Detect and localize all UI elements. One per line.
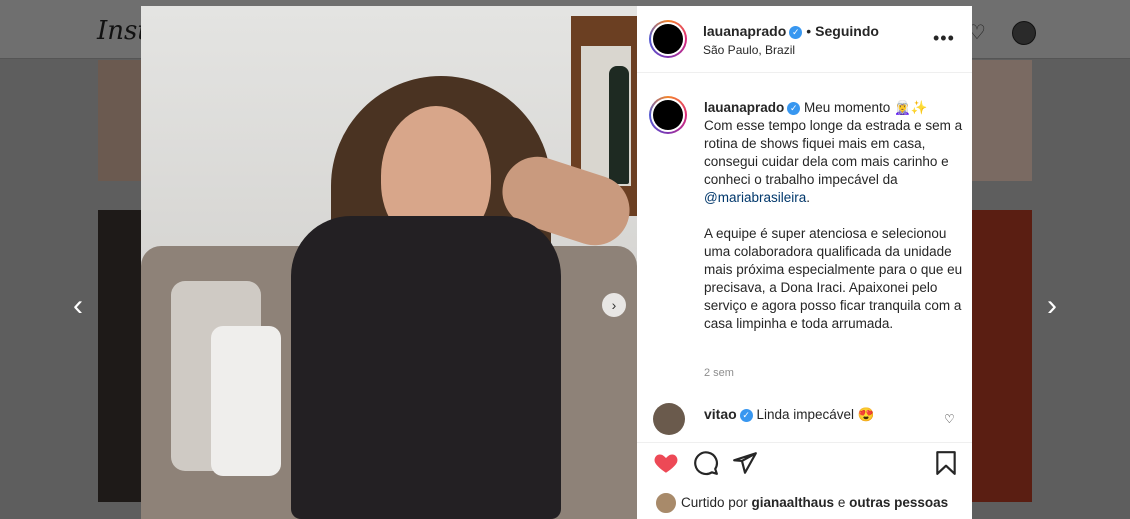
- background-post-tile: [98, 210, 142, 502]
- photo-bottle: [609, 66, 629, 184]
- liked-prefix: Curtido por: [681, 495, 752, 510]
- author-username[interactable]: lauanaprado: [703, 23, 786, 39]
- comment-bubble-icon[interactable]: [693, 450, 719, 476]
- verified-badge-icon: ✓: [789, 26, 803, 39]
- photo-person-body: [291, 216, 561, 519]
- post-header: lauanaprado ✓ • Seguindo São Paulo, Brazil …: [637, 6, 972, 73]
- comment-username[interactable]: vitao: [704, 406, 737, 422]
- liked-user-link[interactable]: gianaalthaus: [752, 495, 835, 510]
- post-photo: [141, 6, 637, 519]
- comment: vitao ✓ Linda impecável 😍: [704, 406, 875, 423]
- background-post-tile: [972, 60, 1032, 181]
- like-heart-filled-icon[interactable]: [653, 450, 679, 476]
- comment-like-heart-icon[interactable]: ♡: [944, 412, 955, 426]
- save-bookmark-icon[interactable]: [933, 450, 959, 476]
- caption-username[interactable]: lauanaprado: [704, 100, 784, 115]
- background-post-tile: [972, 210, 1032, 502]
- author-line: lauanaprado ✓ • Seguindo: [703, 23, 879, 41]
- post-caption: lauanaprado ✓ Meu momento 🧝‍♀️✨ Com esse …: [704, 99, 966, 333]
- profile-avatar-icon[interactable]: [1012, 21, 1036, 45]
- previous-post-arrow-icon[interactable]: ‹: [68, 290, 88, 322]
- liked-others-link[interactable]: outras pessoas: [849, 495, 948, 510]
- more-options-icon[interactable]: •••: [933, 28, 955, 49]
- caption-first-line: Meu momento 🧝‍♀️✨: [800, 100, 928, 115]
- next-post-arrow-icon[interactable]: ›: [1042, 290, 1062, 322]
- caption-body: Com esse tempo longe da estrada e sem a …: [704, 118, 966, 187]
- liker-avatar[interactable]: [655, 492, 677, 514]
- caption-author-avatar[interactable]: [649, 96, 687, 134]
- caption-end: .: [806, 190, 810, 205]
- following-button[interactable]: Seguindo: [815, 23, 879, 39]
- verified-badge-icon: ✓: [739, 409, 753, 422]
- author-avatar[interactable]: [649, 20, 687, 58]
- share-paper-plane-icon[interactable]: [732, 450, 758, 476]
- caption-paragraph-2: A equipe é super atenciosa e selecionou …: [704, 226, 966, 331]
- liked-by-line: Curtido por gianaalthaus e outras pessoa…: [681, 495, 948, 510]
- verified-badge-icon: ✓: [787, 102, 801, 115]
- background-post-tile: [98, 60, 142, 181]
- separator-dot: •: [806, 23, 812, 39]
- caption-mention-link[interactable]: @mariabrasileira: [704, 190, 806, 205]
- carousel-next-icon[interactable]: ›: [602, 293, 626, 317]
- comment-text: Linda impecável 😍: [752, 407, 875, 422]
- post-location[interactable]: São Paulo, Brazil: [703, 43, 795, 57]
- post-timestamp[interactable]: 2 sem: [704, 367, 734, 379]
- photo-pillow: [211, 326, 281, 476]
- post-details-panel: lauanaprado ✓ • Seguindo São Paulo, Brazil …: [637, 6, 972, 519]
- actions-divider: [637, 442, 972, 443]
- commenter-avatar[interactable]: [653, 403, 685, 435]
- liked-suffix: e: [834, 495, 850, 510]
